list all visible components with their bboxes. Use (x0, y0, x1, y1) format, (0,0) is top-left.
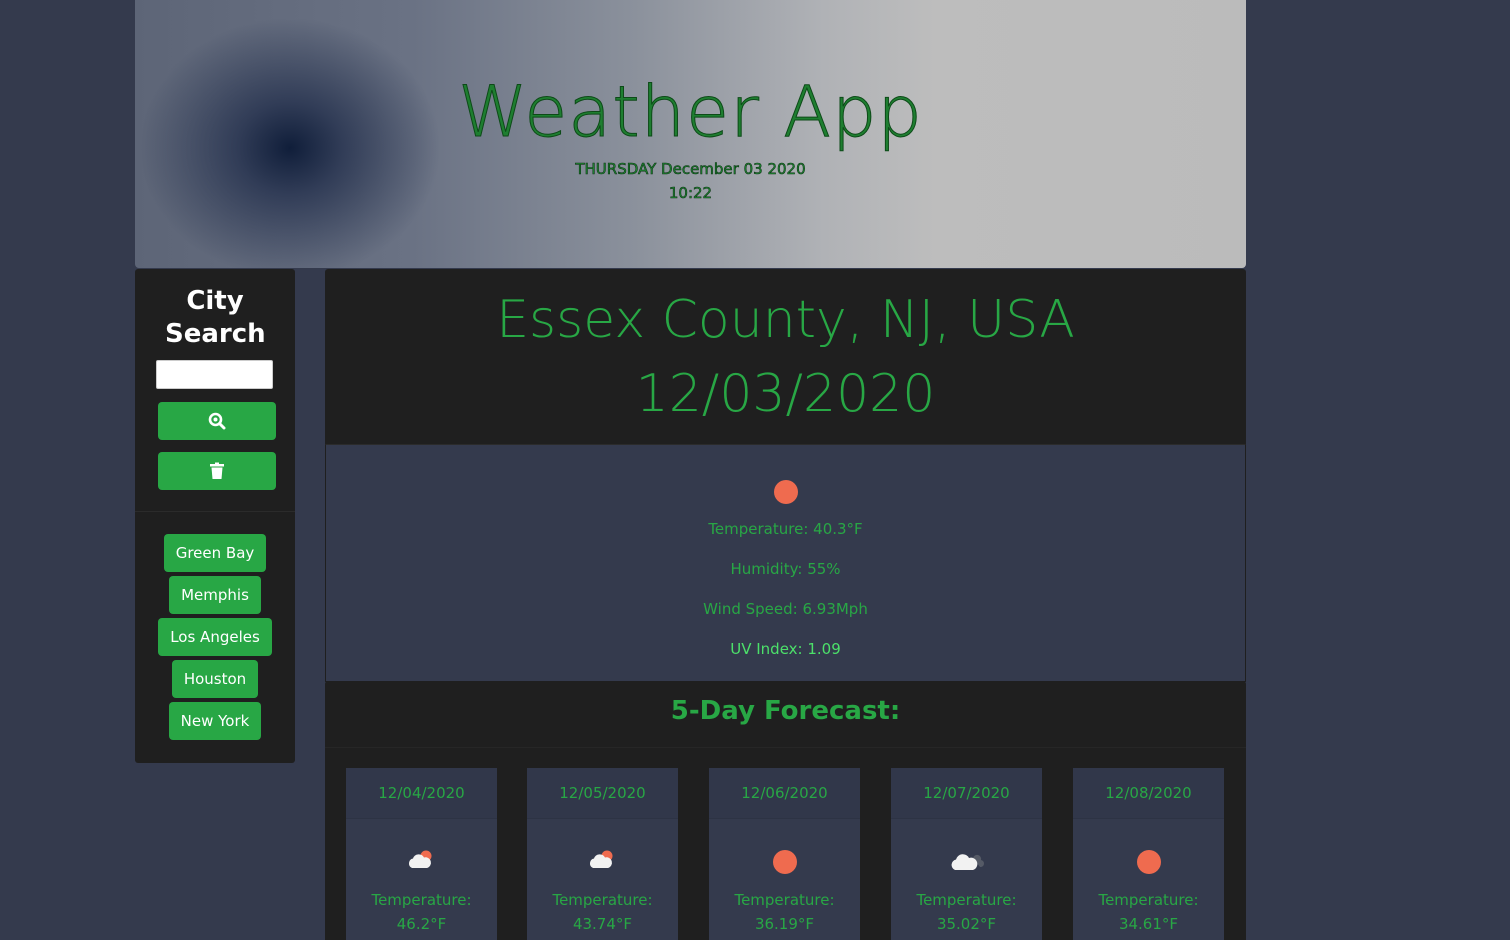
current-temperature: Temperature: 40.3°F (708, 520, 863, 538)
header-banner: Weather App THURSDAY December 03 2020 10… (135, 0, 1246, 268)
current-uv-index: UV Index: 1.09 (730, 640, 841, 658)
current-weather-date: 12/03/2020 (635, 364, 936, 424)
forecast-date: 12/04/2020 (346, 768, 497, 819)
weather-app-page: Weather App THURSDAY December 03 2020 10… (0, 0, 1510, 940)
history-button-memphis[interactable]: Memphis (169, 576, 261, 614)
city-search-title: City Search (135, 285, 295, 351)
forecast-temp-label: Temperature: (552, 891, 653, 909)
forecast-divider (325, 747, 1246, 748)
current-weather-details: Temperature: 40.3°F Humidity: 55% Wind S… (325, 444, 1246, 682)
forecast-temp-value: 36.19°F (754, 915, 815, 933)
forecast-temp-label: Temperature: (734, 891, 835, 909)
forecast-temp-value: 34.61°F (1118, 915, 1179, 933)
city-search-title-text: City Search (165, 286, 266, 349)
sun-icon (1073, 848, 1224, 878)
current-wind-speed: Wind Speed: 6.93Mph (703, 600, 868, 618)
history-button-houston[interactable]: Houston (171, 660, 259, 698)
trash-icon (210, 462, 224, 479)
cloudy-icon (891, 848, 1042, 878)
sidebar-divider (135, 511, 295, 512)
current-humidity: Humidity: 55% (730, 560, 841, 578)
partly-cloudy-icon (527, 848, 678, 878)
clear-history-button[interactable] (158, 452, 276, 490)
search-icon (208, 412, 226, 430)
five-day-forecast: 5-Day Forecast: 12/04/2020 Temperature: … (325, 681, 1246, 940)
forecast-temp-label: Temperature: (371, 891, 472, 909)
forecast-temp-value: 43.74°F (572, 915, 633, 933)
forecast-card: 12/05/2020 Temperature: 43.74°F (527, 768, 678, 940)
history-button-new-york[interactable]: New York (168, 702, 262, 740)
search-history-list: Green Bay Memphis Los Angeles Houston Ne… (135, 534, 295, 744)
city-search-sidebar: City Search Green Bay Memphis Los Angele… (135, 269, 295, 763)
forecast-title: 5-Day Forecast: (670, 696, 901, 726)
forecast-card: 12/07/2020 Temperature: 35.02°F (891, 768, 1042, 940)
sun-icon (709, 848, 860, 878)
app-title: Weather App (458, 71, 923, 153)
forecast-card: 12/04/2020 Temperature: 46.2°F (346, 768, 497, 940)
current-date-text: THURSDAY December 03 2020 (575, 160, 806, 179)
forecast-card: 12/08/2020 Temperature: 34.61°F (1073, 768, 1224, 940)
history-button-green-bay[interactable]: Green Bay (163, 534, 267, 572)
sun-icon (774, 480, 798, 504)
forecast-temp-value: 35.02°F (936, 915, 997, 933)
forecast-temp-label: Temperature: (916, 891, 1017, 909)
forecast-temp-label: Temperature: (1098, 891, 1199, 909)
search-button[interactable] (158, 402, 276, 440)
city-name: Essex County, NJ, USA (496, 290, 1075, 350)
history-button-los-angeles[interactable]: Los Angeles (158, 618, 272, 656)
forecast-date: 12/08/2020 (1073, 768, 1224, 819)
forecast-date: 12/06/2020 (709, 768, 860, 819)
city-search-input[interactable] (156, 360, 273, 389)
forecast-card: 12/06/2020 Temperature: 36.19°F (709, 768, 860, 940)
forecast-date: 12/05/2020 (527, 768, 678, 819)
forecast-temp-value: 46.2°F (396, 915, 447, 933)
current-weather-header: Essex County, NJ, USA 12/03/2020 (325, 269, 1246, 444)
current-time-text: 10:22 (668, 184, 713, 203)
partly-cloudy-icon (346, 848, 497, 878)
forecast-date: 12/07/2020 (891, 768, 1042, 819)
